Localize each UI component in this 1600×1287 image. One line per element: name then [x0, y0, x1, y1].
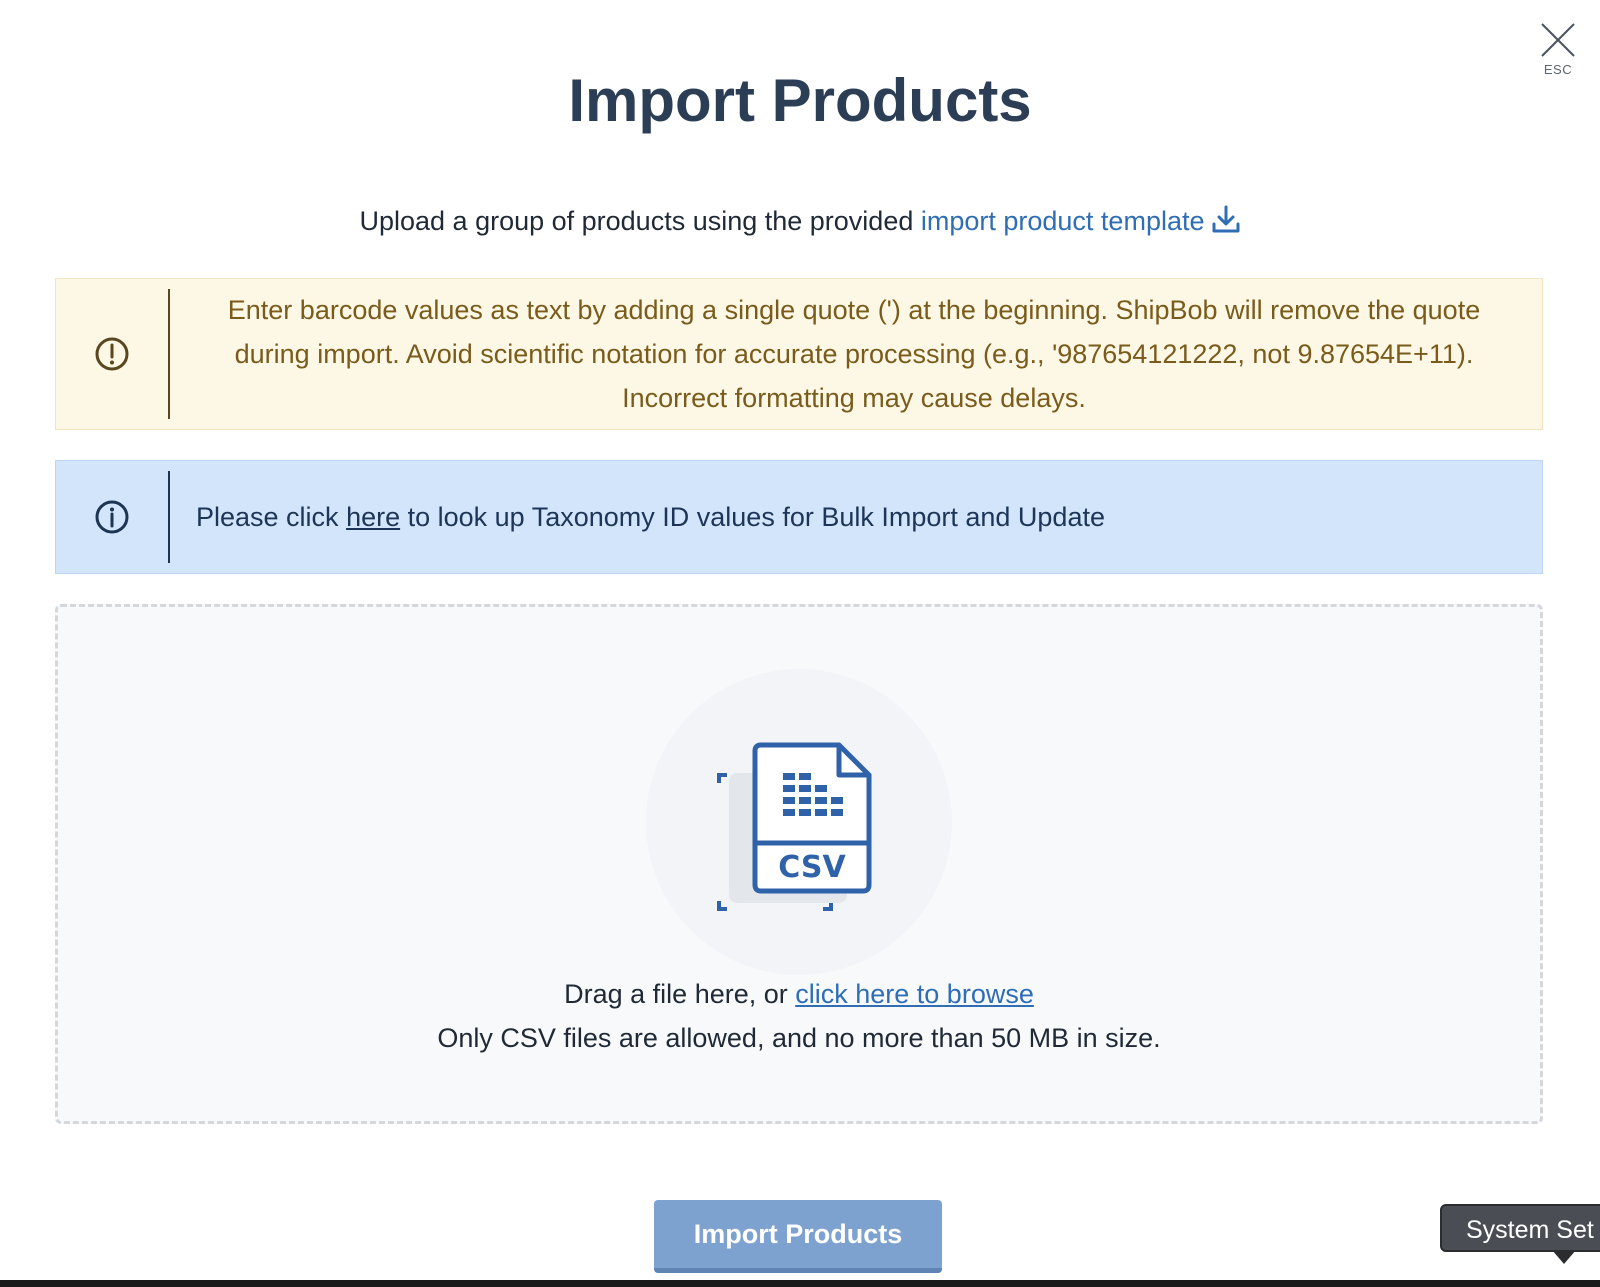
warning-icon-column — [56, 279, 168, 429]
csv-file-icon-label: CSV — [778, 850, 846, 885]
page-title: Import Products — [568, 67, 1032, 134]
file-dropzone[interactable]: CSV Drag a file here, or click here to b… — [55, 604, 1543, 1124]
exclamation-circle-icon — [95, 337, 129, 371]
subtitle-text: Upload a group of products using the pro… — [359, 206, 921, 236]
info-text-suffix: to look up Taxonomy ID values for Bulk I… — [400, 501, 1105, 532]
info-circle-icon — [95, 500, 129, 534]
info-icon-column — [56, 461, 168, 573]
info-text: Please click here to look up Taxonomy ID… — [196, 502, 1105, 533]
drop-instructions-text: Drag a file here, or — [564, 979, 796, 1009]
download-icon — [1211, 204, 1241, 241]
subtitle: Upload a group of products using the pro… — [0, 204, 1600, 241]
bottom-edge-bar — [0, 1280, 1600, 1287]
warning-text: Enter barcode values as text by adding a… — [227, 295, 1481, 413]
browse-link[interactable]: click here to browse — [795, 979, 1034, 1009]
taxonomy-info-alert: Please click here to look up Taxonomy ID… — [55, 460, 1543, 574]
tooltip-arrow — [1552, 1250, 1576, 1264]
import-template-link-label: import product template — [920, 206, 1205, 236]
import-products-button[interactable]: Import Products — [654, 1200, 942, 1273]
import-template-link[interactable]: import product template — [920, 205, 1241, 236]
file-icon-circle: CSV — [646, 669, 952, 975]
close-icon — [1541, 23, 1575, 57]
csv-file-icon: CSV — [717, 742, 872, 911]
warning-text-wrap: Enter barcode values as text by adding a… — [196, 279, 1512, 429]
barcode-warning-alert: Enter barcode values as text by adding a… — [55, 278, 1543, 430]
system-settings-tooltip: System Set — [1440, 1204, 1600, 1252]
info-text-prefix: Please click — [196, 501, 347, 532]
warning-divider — [168, 289, 170, 419]
file-constraints-hint: Only CSV files are allowed, and no more … — [437, 1023, 1161, 1053]
info-divider — [168, 471, 170, 563]
info-text-wrap: Please click here to look up Taxonomy ID… — [196, 461, 1512, 573]
taxonomy-here-link[interactable]: here — [346, 502, 400, 532]
drop-instructions: Drag a file here, or click here to brows… — [58, 979, 1540, 1010]
